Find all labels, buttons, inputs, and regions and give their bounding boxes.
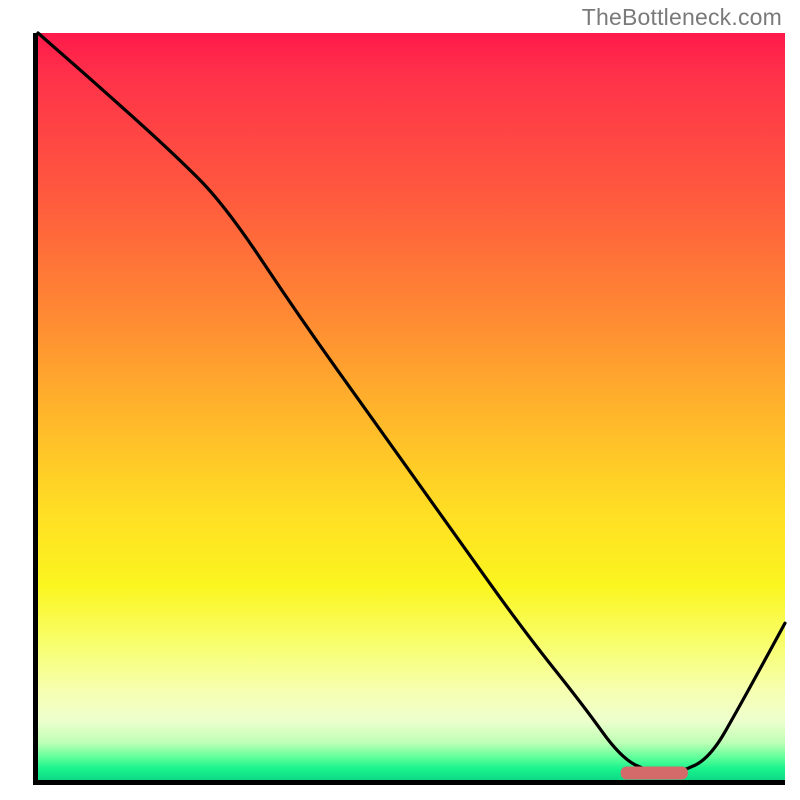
watermark-text: TheBottleneck.com: [582, 4, 782, 31]
plot-area: [38, 33, 785, 780]
chart-frame: TheBottleneck.com: [0, 0, 800, 800]
optimal-marker-bar: [621, 767, 688, 780]
optimal-marker: [38, 33, 785, 780]
